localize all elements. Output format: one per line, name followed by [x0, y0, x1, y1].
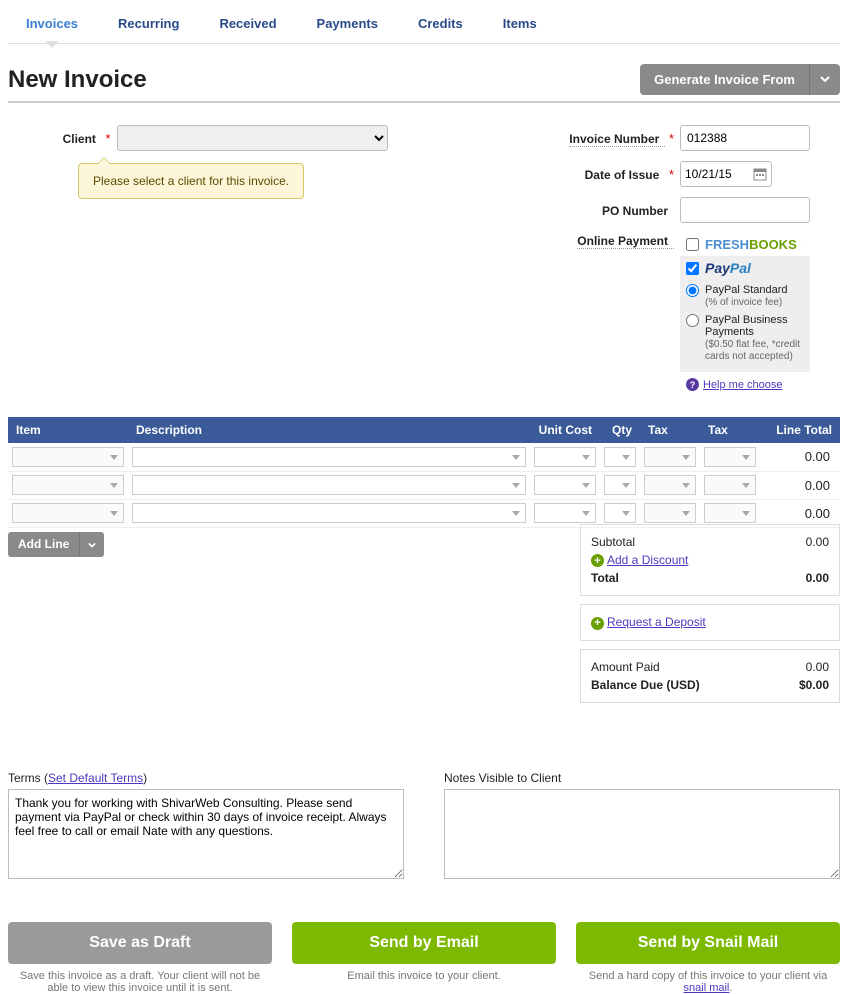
- add-line-dropdown[interactable]: [79, 532, 104, 557]
- add-discount-link[interactable]: Add a Discount: [607, 553, 688, 567]
- tax1-select[interactable]: [644, 475, 696, 495]
- plus-icon: +: [591, 617, 604, 630]
- balance-label: Balance Due (USD): [591, 678, 700, 692]
- tab-payments[interactable]: Payments: [307, 8, 388, 43]
- terms-label: Terms (Set Default Terms): [8, 771, 404, 785]
- totals-panel: Subtotal0.00 +Add a Discount Total0.00 +…: [580, 524, 840, 711]
- send-snail-button[interactable]: Send by Snail Mail: [576, 922, 840, 964]
- total-label: Total: [591, 571, 619, 585]
- tax2-select[interactable]: [704, 503, 756, 523]
- invoice-number-label: Invoice Number: [569, 132, 665, 147]
- generate-invoice-button[interactable]: Generate Invoice From: [640, 64, 809, 95]
- amount-paid-value: 0.00: [806, 660, 829, 674]
- unit-cost-input[interactable]: [534, 447, 596, 467]
- payment-panel: FRESHBOOKS PayPal PayPal Standard (% of …: [680, 233, 810, 397]
- col-item: Item: [8, 417, 128, 443]
- col-tax1: Tax: [640, 417, 700, 443]
- notes-label: Notes Visible to Client: [444, 771, 840, 785]
- help-icon: ?: [686, 378, 699, 391]
- unit-cost-input[interactable]: [534, 503, 596, 523]
- client-tooltip: Please select a client for this invoice.: [78, 163, 304, 199]
- description-input[interactable]: [132, 503, 526, 523]
- paypal-standard-sub: (% of invoice fee): [705, 297, 782, 308]
- paypal-business-sub: ($0.50 flat fee, *credit cards not accep…: [705, 339, 800, 362]
- col-line-total: Line Total: [760, 417, 840, 443]
- subtotal-value: 0.00: [806, 535, 829, 549]
- amount-paid-label: Amount Paid: [591, 660, 660, 674]
- subtotal-label: Subtotal: [591, 535, 635, 549]
- leaf-icon: [803, 234, 804, 248]
- line-items-table: Item Description Unit Cost Qty Tax Tax L…: [8, 417, 840, 528]
- paypal-business-radio[interactable]: [686, 314, 699, 327]
- tab-items[interactable]: Items: [493, 8, 547, 43]
- tab-received[interactable]: Received: [209, 8, 286, 43]
- nav-tabs: Invoices Recurring Received Payments Cre…: [8, 0, 840, 44]
- paypal-business-label: PayPal Business Payments: [705, 314, 788, 338]
- notes-textarea[interactable]: [444, 789, 840, 879]
- col-qty: Qty: [600, 417, 640, 443]
- paypal-standard-radio[interactable]: [686, 284, 699, 297]
- qty-input[interactable]: [604, 447, 636, 467]
- generate-invoice-dropdown[interactable]: [809, 64, 840, 95]
- freshbooks-checkbox[interactable]: [686, 238, 699, 251]
- item-select[interactable]: [12, 447, 124, 467]
- line-total: 0.00: [760, 443, 840, 471]
- chevron-down-icon: [820, 74, 830, 84]
- paypal-standard-label: PayPal Standard: [705, 284, 788, 296]
- unit-cost-input[interactable]: [534, 475, 596, 495]
- send-email-desc: Email this invoice to your client.: [292, 970, 556, 982]
- snail-mail-link[interactable]: snail mail: [684, 982, 730, 994]
- terms-textarea[interactable]: [8, 789, 404, 879]
- client-label: Client: [63, 132, 102, 146]
- line-total: 0.00: [760, 471, 840, 499]
- required-marker: *: [106, 131, 111, 146]
- help-me-choose-link[interactable]: Help me choose: [703, 379, 783, 391]
- table-row: 0.00: [8, 499, 840, 527]
- request-deposit-link[interactable]: Request a Deposit: [607, 615, 706, 629]
- paypal-checkbox[interactable]: [686, 262, 699, 275]
- po-input[interactable]: [680, 197, 810, 223]
- tax1-select[interactable]: [644, 447, 696, 467]
- col-unit-cost: Unit Cost: [530, 417, 600, 443]
- tax2-select[interactable]: [704, 447, 756, 467]
- required-marker: *: [669, 131, 674, 146]
- table-row: 0.00: [8, 471, 840, 499]
- chevron-down-icon: [88, 541, 96, 549]
- qty-input[interactable]: [604, 475, 636, 495]
- online-payment-label: Online Payment: [577, 234, 674, 249]
- tab-recurring[interactable]: Recurring: [108, 8, 189, 43]
- tax2-select[interactable]: [704, 475, 756, 495]
- item-select[interactable]: [12, 475, 124, 495]
- description-input[interactable]: [132, 475, 526, 495]
- add-line-button[interactable]: Add Line: [8, 532, 79, 557]
- save-draft-button[interactable]: Save as Draft: [8, 922, 272, 964]
- freshbooks-logo: FRESHBOOKS: [705, 237, 797, 252]
- total-value: 0.00: [806, 571, 829, 585]
- po-label: PO Number: [602, 204, 674, 218]
- col-tax2: Tax: [700, 417, 760, 443]
- client-select[interactable]: [117, 125, 388, 151]
- paypal-logo: PayPal: [705, 260, 751, 276]
- table-row: 0.00: [8, 443, 840, 471]
- invoice-number-input[interactable]: [680, 125, 810, 151]
- date-input[interactable]: [685, 163, 751, 185]
- tab-credits[interactable]: Credits: [408, 8, 473, 43]
- set-default-terms-link[interactable]: Set Default Terms: [48, 771, 143, 785]
- date-label: Date of Issue: [585, 168, 666, 182]
- required-marker: *: [669, 167, 674, 182]
- page-title: New Invoice: [8, 66, 147, 94]
- item-select[interactable]: [12, 503, 124, 523]
- calendar-icon[interactable]: [753, 167, 767, 181]
- balance-value: $0.00: [799, 678, 829, 692]
- tab-invoices[interactable]: Invoices: [16, 8, 88, 43]
- description-input[interactable]: [132, 447, 526, 467]
- save-draft-desc: Save this invoice as a draft. Your clien…: [8, 970, 272, 994]
- send-snail-desc: Send a hard copy of this invoice to your…: [576, 970, 840, 994]
- col-description: Description: [128, 417, 530, 443]
- qty-input[interactable]: [604, 503, 636, 523]
- send-email-button[interactable]: Send by Email: [292, 922, 556, 964]
- tax1-select[interactable]: [644, 503, 696, 523]
- plus-icon: +: [591, 554, 604, 567]
